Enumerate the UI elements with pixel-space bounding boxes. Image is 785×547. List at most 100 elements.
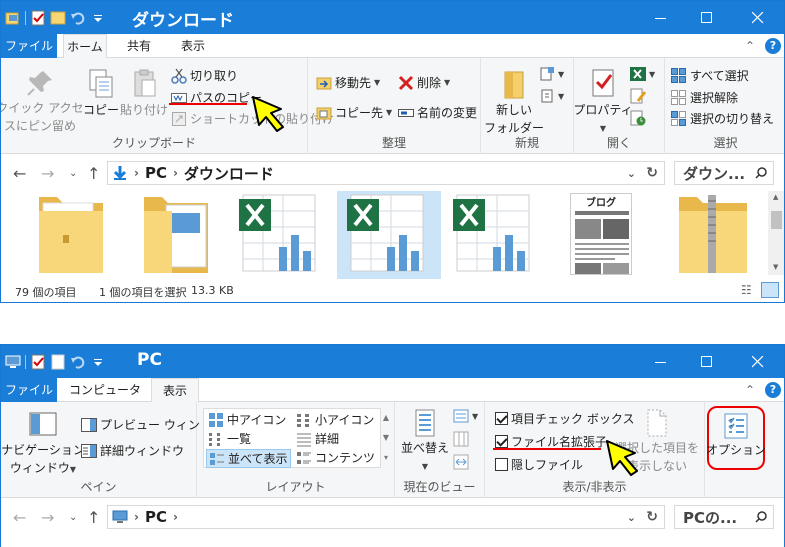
group-by-button[interactable]: ▼ — [453, 408, 478, 424]
file-thumbnail[interactable] — [673, 191, 753, 275]
new-item-button[interactable]: ▼ — [539, 66, 564, 82]
hidden-items-checkbox[interactable] — [495, 458, 508, 471]
file-thumbnail[interactable] — [29, 191, 119, 275]
tab-view[interactable]: 表示 — [151, 378, 199, 403]
minimize-button[interactable] — [638, 1, 684, 34]
close-button[interactable] — [730, 345, 784, 378]
refresh-icon[interactable]: ↻ — [646, 509, 658, 525]
tab-computer[interactable]: コンピューター — [65, 378, 145, 421]
undo-icon[interactable] — [70, 10, 86, 26]
new-item-icon — [539, 66, 555, 82]
tab-view[interactable]: 表示 — [171, 34, 215, 58]
layout-details[interactable]: 詳細 — [296, 430, 339, 447]
minimize-button[interactable] — [638, 345, 684, 378]
scroll-down-icon[interactable]: ▼ — [773, 263, 778, 271]
up-arrow-icon[interactable]: ↑ — [87, 508, 100, 527]
options-icon — [724, 413, 748, 439]
scrollbar-thumb[interactable] — [771, 211, 782, 229]
recent-locations-chevron-icon[interactable]: ⌄ — [69, 168, 77, 179]
layout-tiles[interactable]: 並べて表示 — [206, 449, 291, 468]
layout-gallery-scroll[interactable]: ▲ ▼ ▾ — [381, 408, 391, 468]
tab-share[interactable]: 共有 — [117, 34, 161, 58]
search-box[interactable]: ダウン... — [674, 161, 774, 185]
file-extensions-checkbox[interactable] — [495, 435, 508, 448]
move-to-button[interactable]: 移動先 ▼ — [316, 74, 380, 91]
rename-button[interactable]: 名前の変更 — [398, 104, 477, 121]
forward-arrow-icon[interactable]: → — [41, 164, 54, 183]
up-arrow-icon[interactable]: ↑ — [87, 164, 100, 183]
hidden-items-toggle[interactable]: 隠しファイル — [495, 456, 583, 473]
small-icons-icon — [296, 412, 312, 428]
address-path-box[interactable]: › PC › ダウンロード ⌄ ↻ — [107, 161, 665, 185]
close-button[interactable] — [730, 1, 784, 34]
breadcrumb-pc[interactable]: PC — [145, 164, 167, 182]
sort-by-button[interactable]: 並べ替え ▼ — [401, 408, 449, 474]
cut-button[interactable]: 切り取り — [171, 67, 238, 84]
tab-file[interactable]: ファイル — [1, 34, 57, 58]
select-all-button[interactable]: すべて選択 — [671, 67, 749, 84]
new-group-label: 新規 — [514, 136, 539, 150]
customize-qat-dropdown-icon[interactable] — [90, 354, 106, 370]
refresh-icon[interactable]: ↻ — [646, 165, 658, 181]
back-arrow-icon[interactable]: ← — [13, 164, 26, 183]
maximize-button[interactable] — [684, 1, 730, 34]
vertical-scrollbar[interactable]: ▲ ▼ — [768, 191, 784, 275]
options-button[interactable]: オプション — [706, 412, 766, 458]
address-path-box[interactable]: › PC › ⌄ ↻ — [107, 505, 665, 529]
forward-arrow-icon[interactable]: → — [41, 508, 54, 527]
history-button[interactable] — [630, 110, 646, 126]
properties-icon[interactable] — [30, 354, 46, 370]
invert-selection-button[interactable]: 選択の切り替え — [671, 110, 774, 127]
delete-button[interactable]: 削除 ▼ — [398, 74, 450, 91]
help-icon[interactable]: ? — [765, 382, 781, 398]
collapse-ribbon-chevron-icon[interactable]: ⌃ — [745, 383, 755, 397]
help-icon[interactable]: ? — [765, 38, 781, 54]
customize-qat-dropdown-icon[interactable] — [90, 10, 106, 26]
collapse-ribbon-chevron-icon[interactable]: ⌃ — [745, 39, 755, 53]
easy-access-button[interactable]: ▼ — [539, 88, 564, 104]
tab-file[interactable]: ファイル — [1, 378, 57, 402]
layout-content[interactable]: コンテンツ — [296, 449, 375, 466]
tab-home[interactable]: ホーム — [63, 34, 107, 59]
layout-medium-icons[interactable]: 中アイコン — [208, 411, 286, 428]
edit-button[interactable] — [630, 88, 647, 104]
details-pane-button[interactable]: 詳細ウィンドウ — [81, 442, 184, 459]
file-thumbnail[interactable] — [235, 191, 325, 275]
layout-small-icons[interactable]: 小アイコン — [296, 411, 374, 428]
file-thumbnail[interactable] — [449, 191, 539, 275]
back-arrow-icon[interactable]: ← — [13, 508, 26, 527]
file-thumbnail-selected[interactable] — [337, 191, 441, 279]
properties-icon[interactable] — [30, 10, 46, 26]
pc-app-icon[interactable] — [5, 354, 21, 370]
new-folder-button[interactable]: 新しい フォルダー — [484, 68, 544, 136]
file-thumbnail[interactable] — [136, 191, 226, 275]
details-view-icon[interactable]: ☷ — [741, 283, 752, 297]
file-thumbnail[interactable]: ブログ — [566, 191, 638, 275]
new-folder-icon[interactable] — [50, 10, 66, 26]
item-checkboxes-checkbox[interactable] — [495, 412, 508, 425]
new-folder-icon[interactable] — [50, 354, 66, 370]
open-with-button[interactable]: ▼ — [630, 66, 655, 82]
select-none-button[interactable]: 選択解除 — [671, 89, 738, 106]
navigation-pane-button[interactable]: ナビゲーション ウィンドウ▼ — [1, 410, 85, 477]
undo-icon[interactable] — [70, 354, 86, 370]
add-columns-button[interactable] — [453, 431, 469, 447]
explorer-app-icon[interactable] — [5, 10, 21, 26]
search-box[interactable]: PCの... — [674, 505, 774, 529]
address-dropdown-icon[interactable]: ⌄ — [627, 167, 636, 180]
pin-quick-access-button[interactable]: クイック アクセ スにピン留め — [1, 68, 84, 134]
breadcrumb-pc[interactable]: PC — [145, 508, 167, 526]
properties-button[interactable]: プロパティ ▼ — [573, 68, 633, 136]
layout-list[interactable]: 一覧 — [208, 430, 251, 447]
recent-locations-chevron-icon[interactable]: ⌄ — [69, 512, 77, 523]
address-dropdown-icon[interactable]: ⌄ — [627, 511, 636, 524]
size-columns-button[interactable] — [453, 454, 469, 470]
scroll-up-icon[interactable]: ▲ — [773, 193, 778, 201]
large-icons-view-icon[interactable] — [761, 282, 779, 298]
copy-to-button[interactable]: コピー先 ▼ — [316, 104, 392, 121]
copy-button[interactable]: コピー — [81, 68, 121, 118]
breadcrumb-downloads[interactable]: ダウンロード — [184, 163, 274, 184]
item-checkboxes-toggle[interactable]: 項目チェック ボックス — [495, 410, 634, 427]
paste-button[interactable]: 貼り付け — [120, 68, 168, 118]
maximize-button[interactable] — [684, 345, 730, 378]
